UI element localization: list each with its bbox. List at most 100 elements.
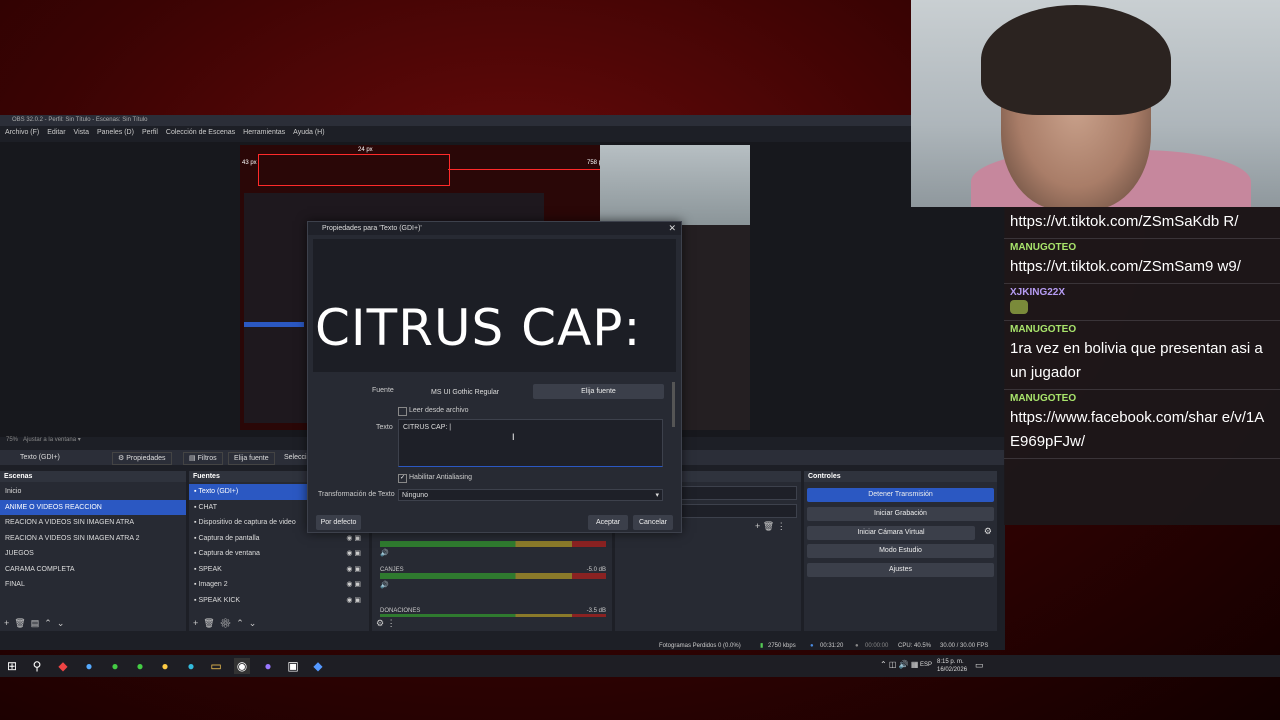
- add-icon[interactable]: +: [755, 521, 760, 531]
- source-item[interactable]: ▪ Captura de ventana ◉ ▣: [189, 546, 369, 562]
- signal-icon: ▮: [760, 643, 764, 649]
- windows-start-icon[interactable]: ⊞: [4, 658, 20, 674]
- transform-select[interactable]: Ninguno ▾: [398, 489, 663, 501]
- accept-button[interactable]: Aceptar: [588, 515, 628, 530]
- add-icon[interactable]: +: [193, 618, 198, 628]
- trash-icon[interactable]: 🗑: [14, 618, 25, 628]
- chat-message: MANUGOTEO https://vt.tiktok.com/ZSmSam9 …: [1004, 239, 1280, 284]
- scene-item[interactable]: JUEGOS: [0, 546, 186, 562]
- visibility-lock-icon[interactable]: ◉ ▣: [346, 593, 361, 609]
- live-time: 00:31:20: [820, 643, 844, 649]
- chrome-icon[interactable]: ●: [107, 658, 123, 674]
- add-icon[interactable]: +: [4, 618, 9, 628]
- start-recording-button[interactable]: Iniciar Grabación: [807, 507, 994, 521]
- chat-message-text: https://vt.tiktok.com/ZSmSam9 w9/: [1010, 258, 1241, 275]
- controls-header: Controles: [804, 471, 997, 482]
- trash-icon[interactable]: 🗑: [763, 521, 774, 531]
- studio-mode-button[interactable]: Modo Estudio: [807, 544, 994, 558]
- menu-edit[interactable]: Editar: [47, 127, 65, 139]
- menu-tools[interactable]: Herramientas: [243, 127, 285, 139]
- duration-field[interactable]: [680, 504, 797, 518]
- close-icon[interactable]: ✕: [668, 222, 676, 235]
- filter-icon[interactable]: ▤: [31, 618, 40, 628]
- source-item[interactable]: ▪ SPEAK ◉ ▣: [189, 562, 369, 578]
- settings-button[interactable]: Ajustes: [807, 563, 994, 577]
- scene-item[interactable]: ANIME O VIDEOS REACCION: [0, 499, 186, 515]
- choose-font-button[interactable]: Elija fuente: [533, 384, 664, 399]
- chevron-down-icon[interactable]: ▾: [78, 437, 81, 443]
- chrome-icon[interactable]: ●: [132, 658, 148, 674]
- scene-item[interactable]: REACION A VIDEOS SIN IMAGEN ATRA 2: [0, 531, 186, 547]
- preview-nested-selection: [244, 322, 304, 327]
- menu-profile[interactable]: Perfil: [142, 127, 158, 139]
- visibility-lock-icon[interactable]: ◉ ▣: [346, 577, 361, 593]
- scene-item[interactable]: FINAL: [0, 577, 186, 593]
- app-icon[interactable]: ▣: [285, 658, 301, 674]
- zoom-value[interactable]: 75%: [6, 437, 18, 443]
- visibility-lock-icon[interactable]: ◉ ▣: [346, 562, 361, 578]
- defaults-button[interactable]: Por defecto: [316, 515, 361, 530]
- chat-message: https://vt.tiktok.com/ZSmSaKdb R/: [1004, 207, 1280, 239]
- stop-streaming-button[interactable]: Detener Transmisión: [807, 488, 994, 502]
- bitrate: 2750 kbps: [768, 643, 796, 649]
- chevron-up-icon[interactable]: ⌃: [44, 618, 52, 628]
- language-indicator[interactable]: ESP: [920, 662, 932, 668]
- visibility-lock-icon[interactable]: ◉ ▣: [346, 546, 361, 562]
- source-label: Dispositivo de captura de video: [198, 519, 296, 526]
- scene-item[interactable]: CARAMA COMPLETA: [0, 562, 186, 578]
- read-file-checkbox[interactable]: [398, 407, 407, 416]
- transform-value: Ninguno: [402, 492, 429, 499]
- notification-icon[interactable]: ▭: [975, 660, 984, 671]
- menu-view[interactable]: Vista: [74, 127, 89, 139]
- track-level: -3.5 dB: [586, 608, 606, 614]
- transition-select[interactable]: [680, 486, 797, 500]
- scene-item[interactable]: Inicio: [0, 484, 186, 500]
- clock[interactable]: 8:15 p. m. 16/02/2026: [937, 658, 967, 674]
- chevron-down-icon[interactable]: ⌄: [249, 618, 257, 628]
- file-explorer-icon[interactable]: ▭: [208, 658, 224, 674]
- gear-icon[interactable]: ⚙: [220, 618, 231, 628]
- zoom-mode[interactable]: Ajustar a la ventana: [23, 437, 76, 443]
- chevron-up-icon[interactable]: ⌃: [236, 618, 244, 628]
- speaker-icon[interactable]: 🔊: [380, 549, 606, 557]
- app-icon[interactable]: ◆: [310, 658, 326, 674]
- more-icon[interactable]: ⋮: [777, 521, 786, 531]
- gear-icon[interactable]: ⚙: [984, 526, 992, 537]
- menu-scene-collection[interactable]: Colección de Escenas: [166, 127, 235, 139]
- more-icon[interactable]: ⋮: [387, 618, 396, 628]
- antialias-checkbox[interactable]: ✓: [398, 474, 407, 483]
- brave-browser-icon[interactable]: ◆: [55, 658, 71, 674]
- gear-icon: ⚙: [118, 455, 125, 462]
- source-label: SPEAK: [198, 565, 222, 573]
- start-virtual-camera-button[interactable]: Iniciar Cámara Virtual: [807, 526, 975, 540]
- source-label: CHAT: [198, 503, 217, 511]
- choose-font-button[interactable]: Elija fuente: [228, 452, 275, 465]
- search-icon[interactable]: ⚲: [29, 658, 45, 674]
- record-icon: ●: [855, 643, 859, 649]
- scene-item[interactable]: REACION A VIDEOS SIN IMAGEN ATRA: [0, 515, 186, 531]
- menu-file[interactable]: Archivo (F): [5, 127, 39, 139]
- trash-icon[interactable]: 🗑: [203, 618, 214, 628]
- properties-label: Propiedades: [126, 455, 166, 462]
- edge-icon[interactable]: ●: [183, 658, 199, 674]
- gear-icon[interactable]: ⚙: [376, 618, 384, 628]
- filters-button[interactable]: ▤ Filtros: [183, 452, 223, 465]
- chat-username: MANUGOTEO: [1010, 324, 1077, 335]
- mixer-track: CANJES -5.0 dB 🔊: [380, 567, 606, 589]
- menu-docks[interactable]: Paneles (D): [97, 127, 134, 139]
- mixer-track: 🔊: [380, 541, 606, 557]
- chevron-down-icon[interactable]: ⌄: [57, 618, 65, 628]
- speaker-icon[interactable]: 🔊: [380, 581, 606, 589]
- scrollbar[interactable]: [672, 382, 675, 427]
- properties-button[interactable]: ⚙ Propiedades: [112, 452, 172, 465]
- text-input[interactable]: CITRUS CAP: |: [398, 419, 663, 467]
- chrome-icon[interactable]: ●: [157, 658, 173, 674]
- cancel-button[interactable]: Cancelar: [633, 515, 673, 530]
- source-item[interactable]: ▪ Imagen 2 ◉ ▣: [189, 577, 369, 593]
- app-icon[interactable]: ●: [260, 658, 276, 674]
- menu-help[interactable]: Ayuda (H): [293, 127, 324, 139]
- tray-icons[interactable]: ⌃ ◫ 🔊 ▦: [880, 660, 918, 669]
- source-item[interactable]: ▪ SPEAK KICK ◉ ▣: [189, 593, 369, 609]
- obs-icon[interactable]: ◉: [234, 658, 250, 674]
- app-icon[interactable]: ●: [81, 658, 97, 674]
